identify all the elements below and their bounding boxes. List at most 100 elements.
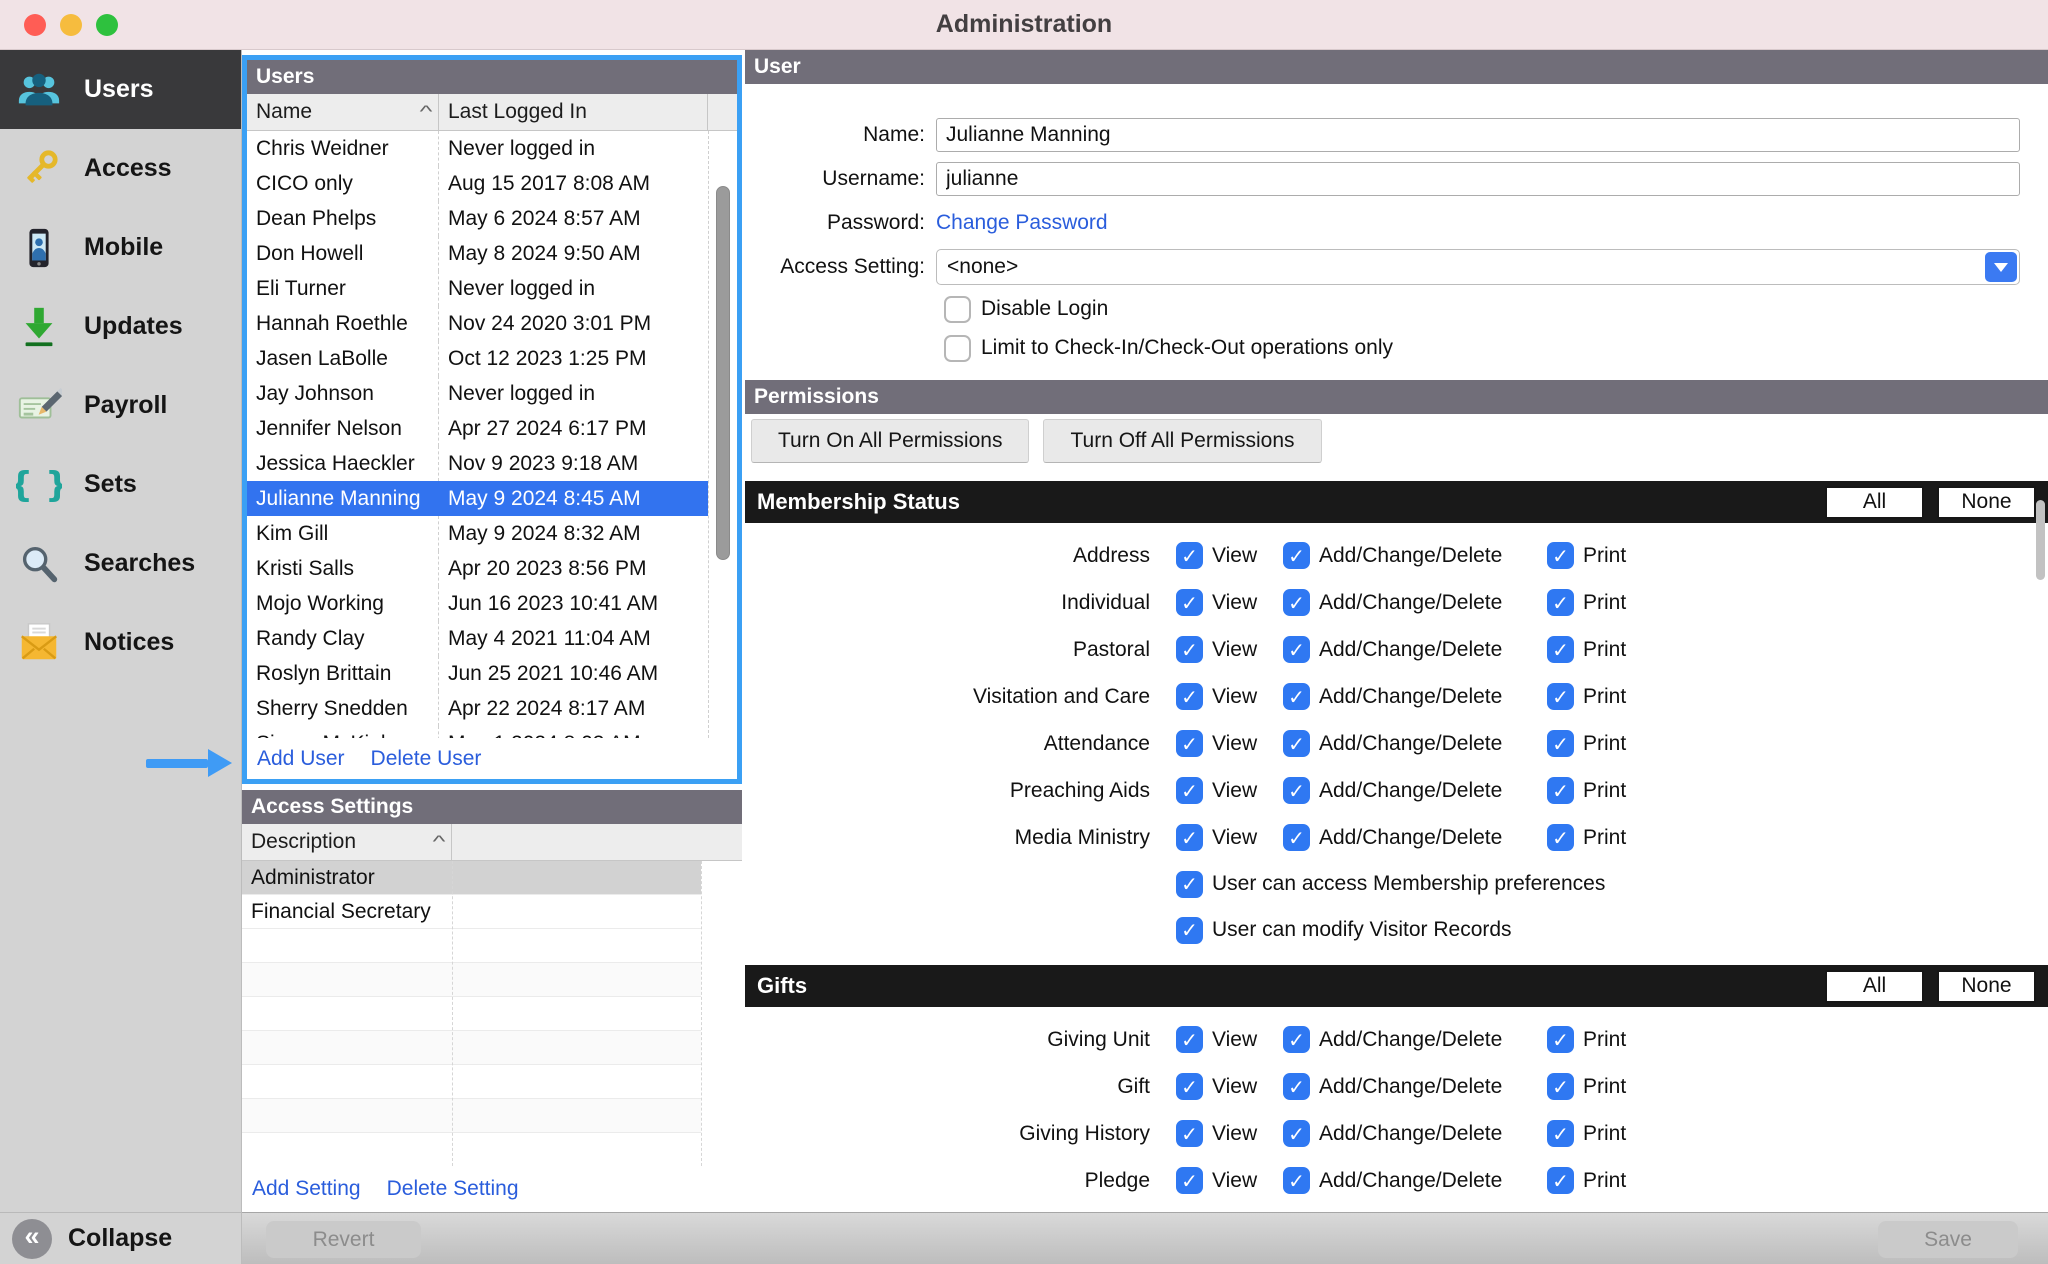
print-checkbox[interactable] — [1547, 1073, 1574, 1100]
users-scrollbar-thumb[interactable] — [716, 186, 730, 560]
change-password-link[interactable]: Change Password — [936, 211, 1108, 235]
user-row[interactable]: Kim GillMay 9 2024 8:32 AM — [247, 516, 708, 551]
access-setting-row[interactable]: Administrator — [242, 861, 701, 895]
sidebar-item-users[interactable]: Users — [0, 50, 241, 129]
name-input[interactable] — [936, 118, 2020, 152]
sidebar-collapse-button[interactable]: Collapse — [0, 1212, 242, 1264]
sidebar-item-mobile[interactable]: Mobile — [0, 208, 241, 287]
user-row[interactable]: Jasen LaBolleOct 12 2023 1:25 PM — [247, 341, 708, 376]
print-checkbox[interactable] — [1547, 1120, 1574, 1147]
add-user-link[interactable]: Add User — [257, 747, 345, 771]
user-row[interactable]: Randy ClayMay 4 2021 11:04 AM — [247, 621, 708, 656]
view-checkbox[interactable] — [1176, 824, 1203, 851]
add-change-delete-checkbox[interactable] — [1283, 1026, 1310, 1053]
user-last-login-cell: Never logged in — [439, 271, 708, 306]
extra-permission-checkbox[interactable] — [1176, 917, 1203, 944]
add-change-delete-checkbox[interactable] — [1283, 1073, 1310, 1100]
none-button[interactable]: None — [1937, 486, 2036, 519]
delete-user-link[interactable]: Delete User — [371, 747, 482, 771]
sidebar-item-access[interactable]: Access — [0, 129, 241, 208]
access-setting-select[interactable]: <none> — [936, 249, 2020, 285]
extra-permission-checkbox[interactable] — [1176, 871, 1203, 898]
turn-off-all-permissions-button[interactable]: Turn Off All Permissions — [1043, 419, 1321, 463]
user-name-cell: Jessica Haeckler — [247, 446, 439, 481]
user-row[interactable]: Roslyn BrittainJun 25 2021 10:46 AM — [247, 656, 708, 691]
print-checkbox[interactable] — [1547, 542, 1574, 569]
view-checkbox[interactable] — [1176, 1120, 1203, 1147]
sidebar-item-payroll[interactable]: Payroll — [0, 366, 241, 445]
user-row[interactable]: CICO onlyAug 15 2017 8:08 AM — [247, 166, 708, 201]
column-header-name[interactable]: Name — [247, 94, 439, 130]
add-change-delete-checkbox[interactable] — [1283, 542, 1310, 569]
none-button[interactable]: None — [1937, 970, 2036, 1003]
checkbox-label: View — [1212, 1028, 1257, 1052]
view-checkbox[interactable] — [1176, 683, 1203, 710]
limit-cico-checkbox[interactable] — [944, 335, 971, 362]
add-change-delete-checkbox[interactable] — [1283, 1167, 1310, 1194]
user-row[interactable]: Julianne ManningMay 9 2024 8:45 AM — [247, 481, 708, 516]
view-checkbox[interactable] — [1176, 1073, 1203, 1100]
add-change-delete-checkbox[interactable] — [1283, 777, 1310, 804]
username-input[interactable] — [936, 162, 2020, 196]
sidebar-item-label: Access — [84, 154, 172, 183]
print-checkbox[interactable] — [1547, 636, 1574, 663]
close-button[interactable] — [24, 14, 46, 36]
add-change-delete-checkbox[interactable] — [1283, 1120, 1310, 1147]
print-checkbox[interactable] — [1547, 730, 1574, 757]
user-row[interactable]: Chris WeidnerNever logged in — [247, 131, 708, 166]
print-checkbox[interactable] — [1547, 683, 1574, 710]
save-button[interactable]: Save — [1878, 1221, 2018, 1258]
sidebar-item-updates[interactable]: Updates — [0, 287, 241, 366]
user-row[interactable]: Kristi SallsApr 20 2023 8:56 PM — [247, 551, 708, 586]
turn-on-all-permissions-button[interactable]: Turn On All Permissions — [751, 419, 1029, 463]
view-checkbox[interactable] — [1176, 589, 1203, 616]
user-row[interactable]: Sirena McKinleyMay 1 2024 8:03 AM — [247, 726, 708, 738]
view-checkbox[interactable] — [1176, 1167, 1203, 1194]
print-checkbox[interactable] — [1547, 589, 1574, 616]
user-row[interactable]: Sherry SneddenApr 22 2024 8:17 AM — [247, 691, 708, 726]
delete-setting-link[interactable]: Delete Setting — [387, 1177, 519, 1201]
column-header-description[interactable]: Description — [242, 824, 452, 860]
add-change-delete-checkbox[interactable] — [1283, 636, 1310, 663]
user-row[interactable]: Jay JohnsonNever logged in — [247, 376, 708, 411]
window-title: Administration — [936, 10, 1112, 39]
sidebar-item-sets[interactable]: { }Sets — [0, 445, 241, 524]
zoom-button[interactable] — [96, 14, 118, 36]
view-checkbox[interactable] — [1176, 1026, 1203, 1053]
user-row[interactable]: Mojo WorkingJun 16 2023 10:41 AM — [247, 586, 708, 621]
view-checkbox[interactable] — [1176, 542, 1203, 569]
user-row[interactable]: Dean PhelpsMay 6 2024 8:57 AM — [247, 201, 708, 236]
add-change-delete-checkbox[interactable] — [1283, 730, 1310, 757]
print-checkbox[interactable] — [1547, 777, 1574, 804]
print-checkbox[interactable] — [1547, 1167, 1574, 1194]
access-setting-row[interactable]: Financial Secretary — [242, 895, 701, 929]
print-checkbox[interactable] — [1547, 824, 1574, 851]
view-checkbox[interactable] — [1176, 636, 1203, 663]
print-checkbox[interactable] — [1547, 1026, 1574, 1053]
column-name-label: Name — [256, 100, 312, 124]
user-row[interactable]: Jennifer NelsonApr 27 2024 6:17 PM — [247, 411, 708, 446]
user-panel-scrollbar-thumb[interactable] — [2036, 500, 2045, 580]
add-setting-link[interactable]: Add Setting — [252, 1177, 361, 1201]
column-header-last-logged-in[interactable]: Last Logged In — [439, 94, 708, 130]
disable-login-checkbox[interactable] — [944, 296, 971, 323]
add-change-delete-checkbox[interactable] — [1283, 824, 1310, 851]
view-checkbox[interactable] — [1176, 777, 1203, 804]
permission-extra-row: User can modify Visitor Records — [745, 907, 2048, 953]
sidebar-item-searches[interactable]: Searches — [0, 524, 241, 603]
user-row[interactable]: Eli TurnerNever logged in — [247, 271, 708, 306]
add-change-delete-checkbox[interactable] — [1283, 683, 1310, 710]
add-change-delete-checkbox[interactable] — [1283, 589, 1310, 616]
sidebar-item-notices[interactable]: Notices — [0, 603, 241, 682]
all-button[interactable]: All — [1825, 486, 1924, 519]
revert-button[interactable]: Revert — [266, 1221, 421, 1258]
checkbox-label: Print — [1583, 544, 1626, 568]
all-button[interactable]: All — [1825, 970, 1924, 1003]
user-row[interactable]: Hannah RoethleNov 24 2020 3:01 PM — [247, 306, 708, 341]
user-row[interactable]: Jessica HaecklerNov 9 2023 9:18 AM — [247, 446, 708, 481]
permission-row: PledgeViewAdd/Change/DeletePrint — [745, 1157, 2048, 1204]
view-checkbox[interactable] — [1176, 730, 1203, 757]
minimize-button[interactable] — [60, 14, 82, 36]
user-row[interactable]: Don HowellMay 8 2024 9:50 AM — [247, 236, 708, 271]
checkbox-label: Add/Change/Delete — [1319, 544, 1502, 568]
